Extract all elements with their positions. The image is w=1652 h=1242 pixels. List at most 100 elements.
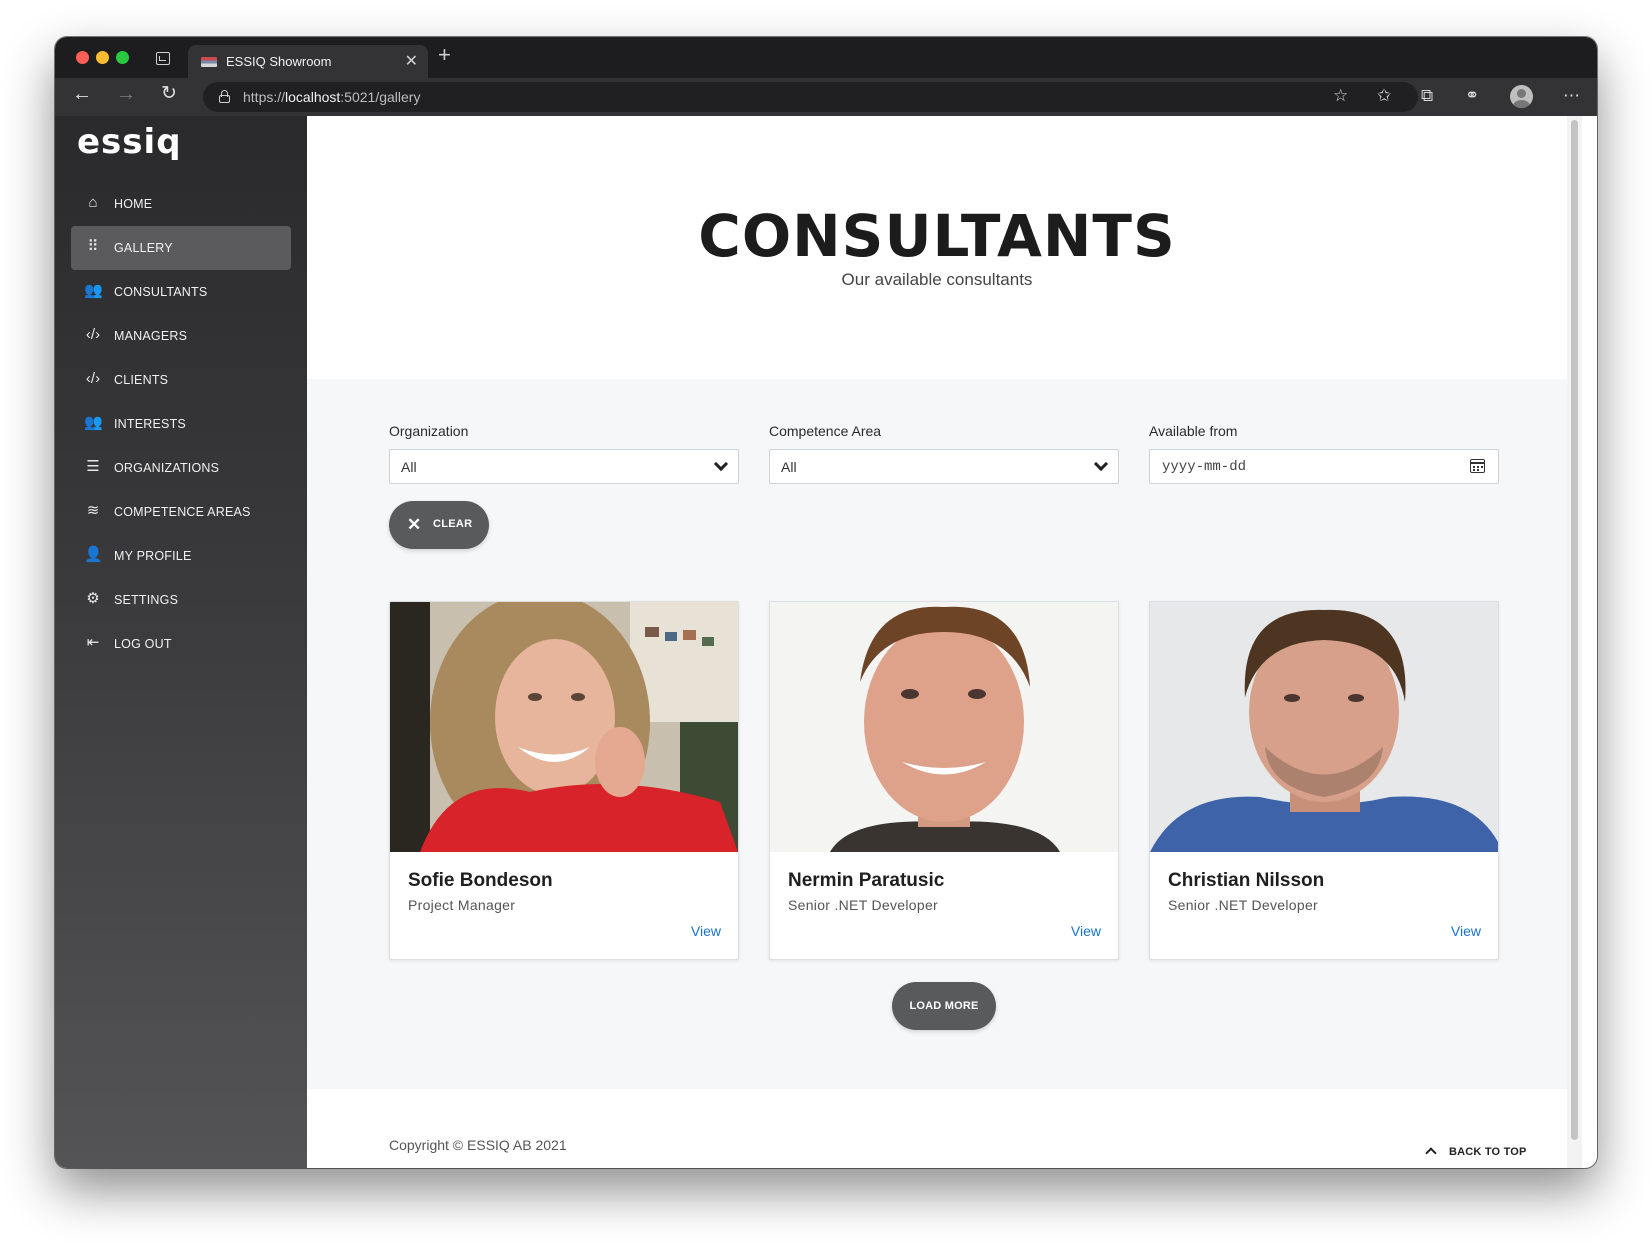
hero-section: CONSULTANTS Our available consultants — [307, 116, 1567, 379]
address-bar[interactable]: https://localhost:5021/gallery — [203, 82, 1418, 112]
scrollbar[interactable] — [1567, 116, 1582, 1168]
close-icon: ✕ — [407, 515, 422, 534]
tab-actions-icon[interactable] — [156, 52, 170, 65]
copyright-text: Copyright © ESSIQ AB 2021 — [389, 1137, 567, 1153]
sidebar-item-gallery[interactable]: ⠿ GALLERY — [71, 226, 291, 270]
code-icon: ‹/› — [85, 370, 101, 387]
available-from-wrapper — [1149, 449, 1499, 484]
consultant-name: Sofie Bondeson — [408, 870, 553, 891]
extensions-icon[interactable]: ⚭ — [1465, 87, 1479, 104]
chevron-up-icon — [1425, 1147, 1437, 1159]
sidebar-item-managers[interactable]: ‹/› MANAGERS — [71, 314, 291, 358]
sidebar-item-home[interactable]: ⌂ HOME — [71, 182, 291, 226]
consultant-role: Senior .NET Developer — [1168, 897, 1318, 913]
back-icon[interactable]: ← — [72, 84, 92, 104]
organization-select[interactable]: All — [389, 449, 739, 484]
sidebar-item-label: COMPETENCE AREAS — [114, 505, 251, 519]
sidebar-item-my-profile[interactable]: 👤 MY PROFILE — [71, 534, 291, 578]
sidebar-item-label: SETTINGS — [114, 593, 179, 607]
sidebar-item-interests[interactable]: 👥 INTERESTS — [71, 402, 291, 446]
competence-area-value: All — [781, 459, 797, 475]
favorites-icon[interactable]: ✩ — [1377, 87, 1391, 104]
favicon-icon — [201, 57, 217, 67]
lock-icon[interactable] — [219, 90, 230, 103]
main-content: CONSULTANTS Our available consultants Or… — [307, 116, 1582, 1168]
page-viewport: essiq ⌂ HOME ⠿ GALLERY 👥 CONSULTANTS ‹/›… — [55, 116, 1597, 1168]
sidebar-item-consultants[interactable]: 👥 CONSULTANTS — [71, 270, 291, 314]
consultant-role: Senior .NET Developer — [788, 897, 938, 913]
tab-strip: ESSIQ Showroom ✕ + — [55, 37, 1597, 78]
sidebar-item-clients[interactable]: ‹/› CLIENTS — [71, 358, 291, 402]
footer: Copyright © ESSIQ AB 2021 BACK TO TOP — [307, 1089, 1567, 1168]
collections-icon[interactable]: ⧉ — [1421, 87, 1433, 104]
profile-icon[interactable] — [1510, 85, 1533, 108]
organization-label: Organization — [389, 423, 469, 439]
view-consultant-link[interactable]: View — [1451, 923, 1481, 939]
sidebar-nav: ⌂ HOME ⠿ GALLERY 👥 CONSULTANTS ‹/› MANAG… — [71, 182, 291, 666]
page-title: CONSULTANTS — [698, 202, 1176, 270]
sidebar-item-label: ORGANIZATIONS — [114, 461, 220, 475]
url-text: https://localhost:5021/gallery — [243, 89, 421, 105]
logout-icon: ⇤ — [86, 634, 100, 651]
more-icon[interactable]: ⋯ — [1563, 87, 1580, 104]
back-to-top-link[interactable]: BACK TO TOP — [1425, 1146, 1527, 1159]
layers-icon: ≋ — [86, 502, 100, 519]
sidebar-item-label: MANAGERS — [114, 329, 188, 343]
consultant-card: Nermin Paratusic Senior .NET Developer V… — [769, 601, 1119, 960]
sidebar-item-settings[interactable]: ⚙ SETTINGS — [71, 578, 291, 622]
gear-icon: ⚙ — [86, 590, 100, 607]
add-favorite-icon[interactable]: ☆ — [1333, 87, 1348, 104]
browser-tab[interactable]: ESSIQ Showroom ✕ — [188, 45, 428, 78]
new-tab-icon[interactable]: + — [438, 44, 451, 66]
competence-area-label: Competence Area — [769, 423, 882, 439]
sidebar-item-label: LOG OUT — [114, 637, 172, 651]
scrollbar-thumb[interactable] — [1571, 120, 1578, 1140]
clear-filters-button[interactable]: ✕ CLEAR — [389, 501, 489, 549]
essiq-logo[interactable]: essiq — [77, 122, 182, 162]
home-icon: ⌂ — [88, 194, 98, 211]
sidebar-item-label: GALLERY — [114, 241, 173, 255]
close-tab-icon[interactable]: ✕ — [405, 51, 418, 71]
view-consultant-link[interactable]: View — [691, 923, 721, 939]
tab-title: ESSIQ Showroom — [226, 54, 332, 69]
people-icon: 👥 — [84, 282, 103, 299]
minimize-window-button[interactable] — [96, 51, 109, 64]
calendar-icon[interactable] — [1470, 459, 1485, 473]
sidebar-item-organizations[interactable]: ☰ ORGANIZATIONS — [71, 446, 291, 490]
available-from-input[interactable] — [1149, 449, 1499, 484]
sidebar-item-label: CONSULTANTS — [114, 285, 208, 299]
reload-icon[interactable]: ↻ — [161, 84, 177, 103]
sidebar-item-log-out[interactable]: ⇤ LOG OUT — [71, 622, 291, 666]
available-from-filter: Available from — [1149, 423, 1499, 484]
page-subtitle: Our available consultants — [841, 270, 1033, 289]
people-icon: 👥 — [84, 414, 103, 431]
consultant-photo — [1150, 602, 1498, 852]
sidebar-item-label: INTERESTS — [114, 417, 186, 431]
zoom-window-button[interactable] — [116, 51, 129, 64]
forward-icon[interactable]: → — [116, 84, 136, 104]
back-to-top-label: BACK TO TOP — [1449, 1146, 1527, 1158]
grid-icon: ⠿ — [87, 238, 99, 255]
organization-filter: Organization All — [389, 423, 739, 484]
view-consultant-link[interactable]: View — [1071, 923, 1101, 939]
sidebar-item-competence-areas[interactable]: ≋ COMPETENCE AREAS — [71, 490, 291, 534]
consultant-card: Christian Nilsson Senior .NET Developer … — [1149, 601, 1499, 960]
gallery-section: Organization All Competence Area All Ava… — [307, 379, 1567, 1089]
browser-toolbar: ← → ↻ https://localhost:5021/gallery ☆ ✩… — [55, 78, 1597, 116]
organization-value: All — [401, 459, 417, 475]
competence-area-select[interactable]: All — [769, 449, 1119, 484]
person-icon: 👤 — [84, 546, 103, 563]
competence-area-filter: Competence Area All — [769, 423, 1119, 484]
consultant-name: Nermin Paratusic — [788, 870, 945, 891]
sidebar-item-label: CLIENTS — [114, 373, 169, 387]
sidebar: essiq ⌂ HOME ⠿ GALLERY 👥 CONSULTANTS ‹/›… — [55, 116, 307, 1168]
load-more-button[interactable]: LOAD MORE — [892, 982, 996, 1030]
sidebar-item-label: HOME — [114, 197, 153, 211]
close-window-button[interactable] — [76, 51, 89, 64]
consultant-photo — [390, 602, 738, 852]
available-from-label: Available from — [1149, 423, 1238, 439]
consultant-photo — [770, 602, 1118, 852]
chevron-down-icon — [1093, 456, 1109, 472]
consultant-role: Project Manager — [408, 897, 516, 913]
clear-button-label: CLEAR — [433, 518, 473, 530]
